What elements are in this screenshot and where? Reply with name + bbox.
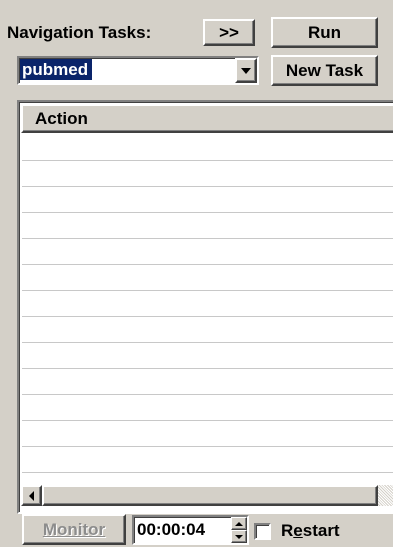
navigation-tasks-label: Navigation Tasks:	[7, 23, 152, 42]
horizontal-scrollbar[interactable]	[21, 485, 393, 506]
spin-down-button[interactable]	[231, 530, 247, 543]
restart-label-rest: start	[302, 521, 340, 540]
monitor-button[interactable]: Monitor	[22, 514, 126, 545]
scroll-track-remainder	[378, 485, 393, 506]
task-dropdown-value: pubmed	[20, 59, 93, 80]
dropdown-arrow-button[interactable]	[235, 58, 257, 83]
monitor-button-label: Monitor	[42, 519, 106, 539]
new-task-button[interactable]: New Task	[271, 55, 378, 86]
action-grid[interactable]: Action	[17, 100, 393, 514]
spin-up-button[interactable]	[231, 517, 247, 530]
arrow-up-icon	[235, 521, 243, 526]
arrow-left-icon	[29, 490, 34, 501]
scroll-thumb[interactable]	[42, 485, 378, 506]
restart-label-e: e	[293, 521, 303, 540]
scroll-left-button[interactable]	[21, 485, 42, 506]
run-button[interactable]: Run	[271, 17, 378, 48]
column-header-action[interactable]: Action	[21, 104, 393, 133]
expand-button[interactable]: >>	[203, 19, 255, 46]
timer-field[interactable]: 00:00:04	[132, 515, 249, 545]
chevron-down-icon	[241, 67, 251, 74]
restart-checkbox[interactable]	[254, 523, 271, 540]
column-header-action-label: Action	[35, 108, 88, 128]
restart-label[interactable]: Restart	[281, 520, 340, 542]
task-dropdown[interactable]: pubmed	[17, 56, 259, 85]
restart-label-r: R	[281, 521, 294, 540]
timer-spinner[interactable]	[231, 517, 247, 543]
timer-value: 00:00:04	[137, 520, 206, 539]
arrow-down-icon	[235, 534, 243, 539]
